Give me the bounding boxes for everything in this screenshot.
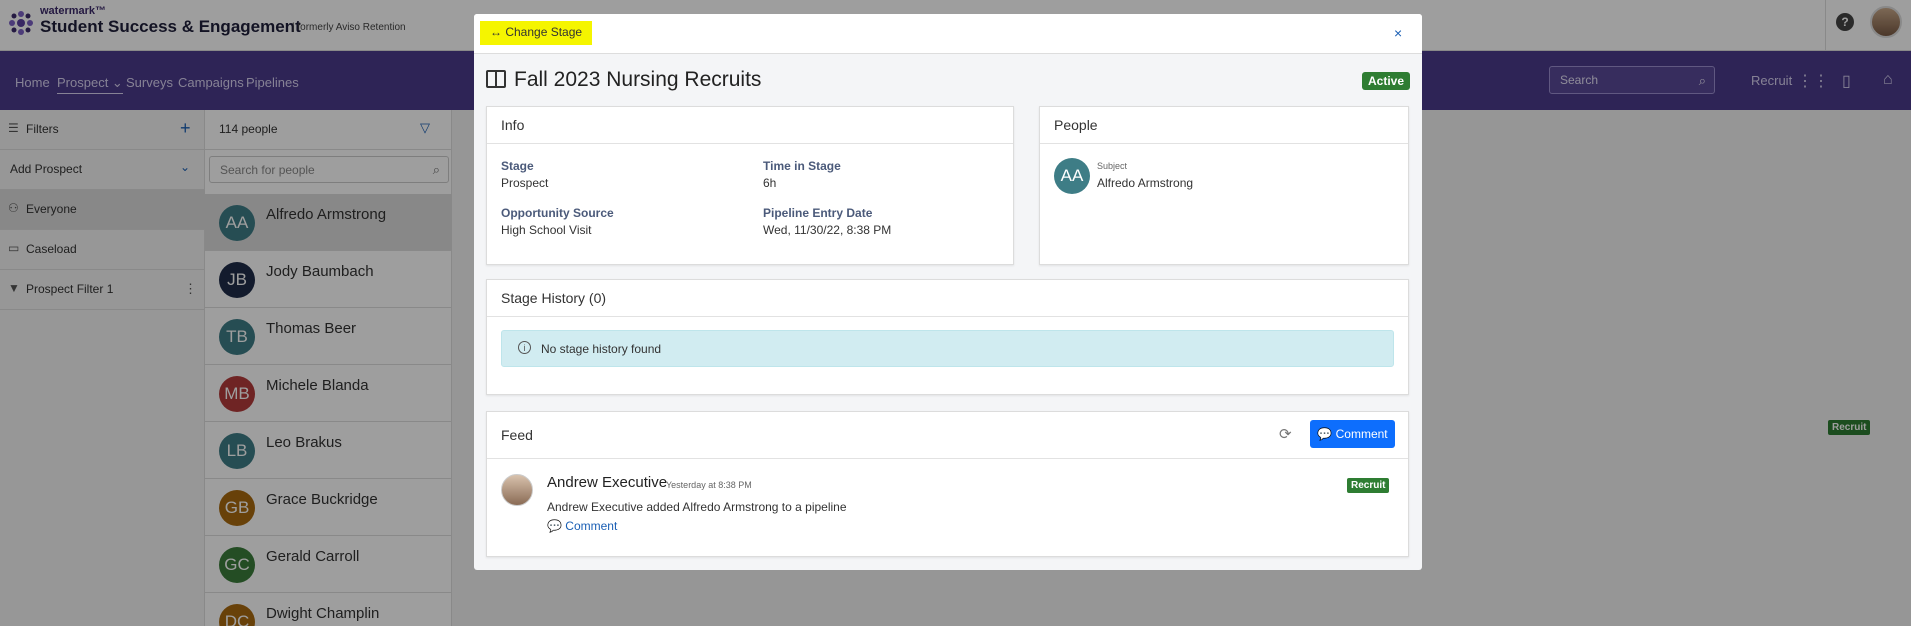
people-card-header: People (1040, 107, 1408, 144)
stage-label: Stage (501, 159, 534, 173)
avatar[interactable]: AA (1054, 158, 1090, 194)
feed-author[interactable]: Andrew Executive (547, 474, 667, 491)
recruit-badge: Recruit (1347, 478, 1390, 493)
info-card: Info Stage Prospect Time in Stage 6h Opp… (486, 106, 1014, 265)
feed-header: Feed ⟳ 💬 Comment (487, 412, 1408, 459)
pipeline-entry-date-label: Pipeline Entry Date (763, 206, 873, 220)
avatar[interactable] (501, 474, 533, 506)
subject-name[interactable]: Alfredo Armstrong (1097, 176, 1193, 190)
stage-value: Prospect (501, 176, 549, 190)
info-card-header: Info (487, 107, 1013, 144)
refresh-icon[interactable]: ⟳ (1279, 425, 1292, 443)
pipeline-modal: ↔ Change Stage × Fall 2023 Nursing Recru… (474, 14, 1422, 570)
feed-timestamp: Yesterday at 8:38 PM (666, 480, 752, 490)
pipeline-board-icon (486, 70, 506, 88)
status-badge: Active (1362, 72, 1411, 90)
change-stage-button[interactable]: ↔ Change Stage (480, 21, 593, 45)
modal-header: ↔ Change Stage × (474, 14, 1422, 54)
people-card: People AA Subject Alfredo Armstrong (1039, 106, 1409, 265)
feed-message: Andrew Executive added Alfredo Armstrong… (547, 500, 847, 514)
empty-stage-history-text: No stage history found (541, 342, 662, 356)
close-icon[interactable]: × (1394, 25, 1402, 41)
opportunity-source-label: Opportunity Source (501, 206, 614, 220)
people-title: People (1054, 117, 1098, 133)
empty-stage-history-alert: i No stage history found (501, 330, 1394, 367)
subject-label: Subject (1097, 161, 1128, 171)
info-title: Info (501, 117, 525, 133)
stage-history-title: Stage History (0) (501, 290, 607, 306)
opportunity-source-value: High School Visit (501, 223, 592, 237)
comment-button[interactable]: 💬 Comment (1310, 420, 1395, 448)
feed-card: Feed ⟳ 💬 Comment Andrew Executive Yester… (486, 411, 1409, 557)
modal-title: Fall 2023 Nursing Recruits (514, 68, 762, 91)
comment-link[interactable]: 💬 Comment (547, 519, 617, 533)
feed-title: Feed (501, 427, 533, 443)
stage-history-card: Stage History (0) i No stage history fou… (486, 279, 1409, 395)
info-icon: i (518, 341, 531, 354)
time-in-stage-value: 6h (763, 176, 777, 190)
time-in-stage-label: Time in Stage (763, 159, 841, 173)
stage-history-header: Stage History (0) (487, 280, 1408, 317)
pipeline-entry-date-value: Wed, 11/30/22, 8:38 PM (763, 223, 892, 237)
